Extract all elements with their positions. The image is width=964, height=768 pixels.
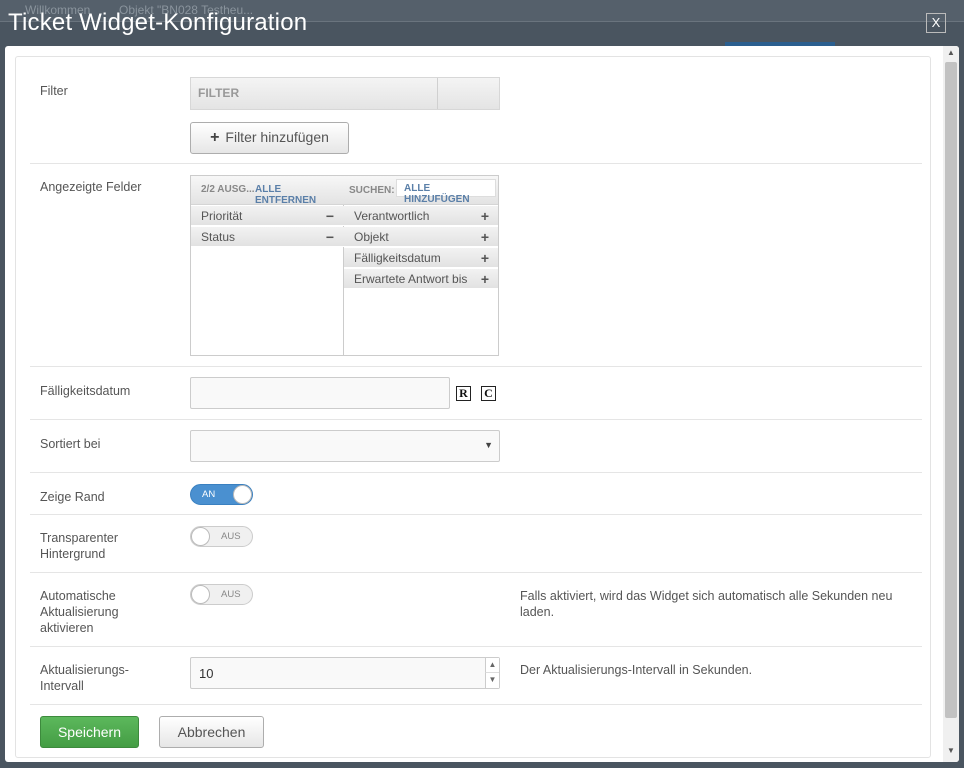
scroll-up-icon[interactable]: ▲ [947,48,955,57]
minus-icon[interactable]: − [326,227,334,247]
available-field-label: Verantwortlich [354,209,430,223]
refresh-interval-row: Aktualisierungs-Intervall 10 ▲ ▼ Der Akt… [30,647,922,705]
available-fields-list: SUCHEN: ALLE HINZUFÜGEN Verantwortlich +… [344,176,498,355]
filter-row: Filter FILTER + Filter hinzufügen [30,57,922,164]
selected-fields-list: 2/2 AUSG... ALLE ENTFERNEN Priorität − S… [191,176,344,355]
show-border-label: Zeige Rand [40,490,105,504]
toggle-state: AUS [221,589,241,600]
refresh-interval-value: 10 [199,666,214,681]
spin-down-icon[interactable]: ▼ [485,673,499,688]
relative-date-icon[interactable]: R [456,386,471,401]
toggle-knob [233,485,252,504]
selected-count: 2/2 AUSG... [201,184,255,195]
refresh-interval-input[interactable]: 10 ▲ ▼ [190,657,500,689]
toggle-knob [191,527,210,546]
filter-table-divider [437,78,438,109]
show-border-toggle[interactable]: AN [190,484,253,505]
transparent-bg-label: Transparenter Hintergrund [40,531,119,561]
available-field-label: Erwartete Antwort bis [354,272,468,286]
scrollbar[interactable]: ▲ ▼ [943,46,959,762]
search-label: SUCHEN: [349,185,395,196]
auto-refresh-help: Falls aktiviert, wird das Widget sich au… [520,589,893,619]
add-filter-label: Filter hinzufügen [225,129,329,145]
toggle-state: AUS [221,531,241,542]
selected-field-label: Priorität [201,209,243,223]
toggle-state: AN [202,489,216,500]
minus-icon[interactable]: − [326,206,334,226]
sort-select[interactable]: ▼ [190,430,500,462]
dialog-title: Ticket Widget-Konfiguration [8,9,308,36]
auto-refresh-toggle[interactable]: AUS [190,584,253,605]
plus-icon[interactable]: + [481,269,489,289]
selected-field-item[interactable]: Priorität − [191,206,344,226]
filter-table: FILTER [190,77,500,110]
refresh-interval-label: Aktualisierungs-Intervall [40,663,129,693]
calendar-icon[interactable]: C [481,386,496,401]
sort-label: Sortiert bei [40,437,101,451]
filter-label: Filter [40,84,68,98]
transparent-bg-row: Transparenter Hintergrund AUS [30,515,922,573]
fields-label: Angezeigte Felder [40,180,142,194]
available-field-item[interactable]: Objekt + [344,227,498,247]
sort-row: Sortiert bei ▼ [30,420,922,473]
filter-table-header: FILTER [198,86,240,100]
auto-refresh-label: Automatische Aktualisierung aktivieren [40,589,119,635]
due-date-input[interactable] [190,377,450,409]
due-date-label: Fälligkeitsdatum [40,384,131,398]
fields-row: Angezeigte Felder 2/2 AUSG... ALLE ENTFE… [30,164,922,367]
save-button[interactable]: Speichern [40,716,139,748]
show-border-row: Zeige Rand AN [30,473,922,515]
available-field-item[interactable]: Verantwortlich + [344,206,498,226]
cancel-button[interactable]: Abbrechen [159,716,264,748]
plus-icon[interactable]: + [481,248,489,268]
selected-fields-header: 2/2 AUSG... ALLE ENTFERNEN [191,176,344,206]
chevron-down-icon: ▼ [484,440,493,450]
available-field-label: Fälligkeitsdatum [354,251,441,265]
selected-field-item[interactable]: Status − [191,227,344,247]
selected-field-label: Status [201,230,236,244]
config-panel: Filter FILTER + Filter hinzufügen Angezei… [15,56,931,758]
field-selector: 2/2 AUSG... ALLE ENTFERNEN Priorität − S… [190,175,499,356]
spin-up-icon[interactable]: ▲ [485,658,499,673]
search-input[interactable]: ALLE HINZUFÜGEN [396,179,496,205]
available-field-item[interactable]: Erwartete Antwort bis + [344,269,498,289]
refresh-interval-help: Der Aktualisierungs-Intervall in Sekunde… [520,663,753,677]
available-fields-header: SUCHEN: ALLE HINZUFÜGEN [344,176,498,205]
scroll-down-icon[interactable]: ▼ [947,746,955,755]
add-filter-button[interactable]: + Filter hinzufügen [190,122,349,154]
add-all-link[interactable]: ALLE HINZUFÜGEN [404,183,495,205]
available-field-label: Objekt [354,230,389,244]
close-button[interactable]: X [926,13,946,33]
scrollbar-thumb[interactable] [945,62,957,718]
dialog-body: Filter FILTER + Filter hinzufügen Angezei… [5,46,959,762]
remove-all-link[interactable]: ALLE ENTFERNEN [255,184,344,206]
available-field-item[interactable]: Fälligkeitsdatum + [344,248,498,268]
auto-refresh-row: Automatische Aktualisierung aktivieren A… [30,573,922,647]
plus-icon[interactable]: + [481,206,489,226]
transparent-bg-toggle[interactable]: AUS [190,526,253,547]
plus-icon: + [210,129,220,146]
due-date-row: Fälligkeitsdatum R C [30,367,922,420]
plus-icon[interactable]: + [481,227,489,247]
toggle-knob [191,585,210,604]
